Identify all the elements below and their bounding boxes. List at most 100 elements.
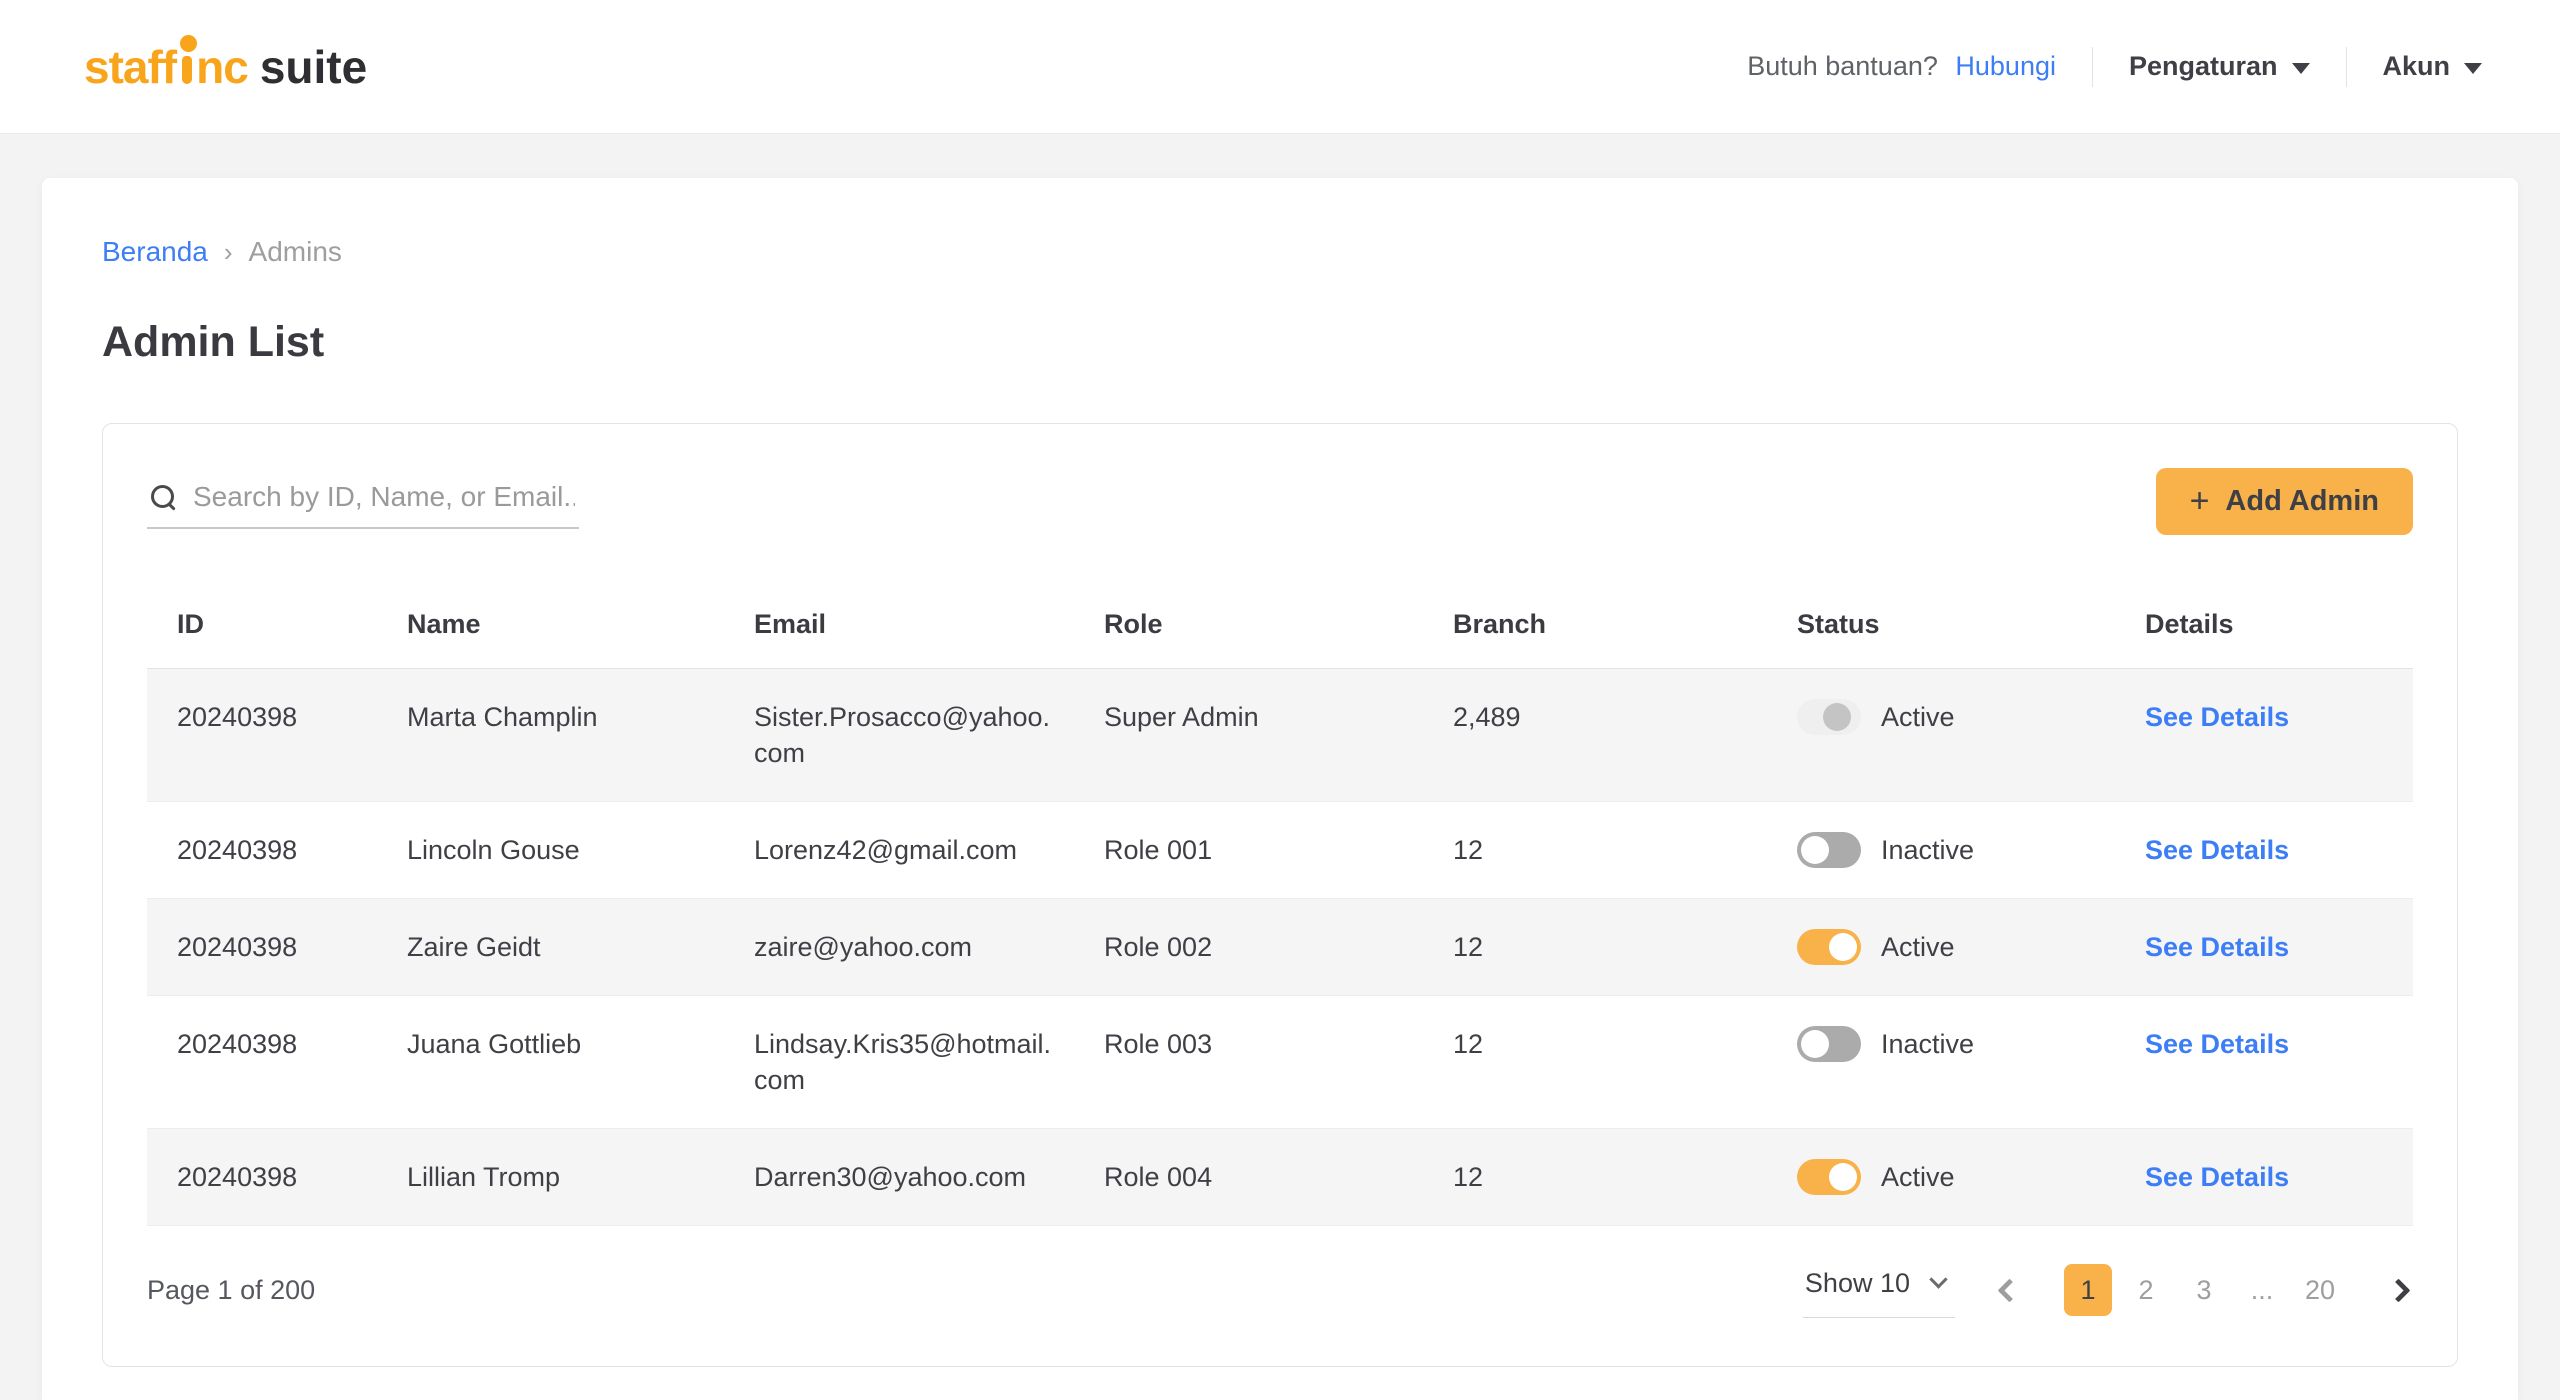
breadcrumb-separator-icon: ›: [224, 237, 233, 268]
cell-details: See Details: [2115, 802, 2413, 899]
status-label: Active: [1881, 929, 1955, 965]
cell-status: Inactive: [1767, 996, 2115, 1129]
brand-logo-staff: staff: [84, 40, 176, 94]
cell-email: Darren30@yahoo.com: [724, 1129, 1074, 1226]
brand-logo-suite: suite: [260, 40, 367, 94]
brand-logo[interactable]: staffnc suite: [84, 40, 367, 94]
brand-logo-nc: nc: [196, 40, 248, 94]
toggle-knob: [1801, 1030, 1829, 1058]
cell-email: Lorenz42@gmail.com: [724, 802, 1074, 899]
cell-role: Super Admin: [1074, 669, 1423, 802]
cell-status: Active: [1767, 899, 2115, 996]
cell-name: Lillian Tromp: [377, 1129, 724, 1226]
toggle-knob: [1823, 703, 1851, 731]
table-row: 20240398 Lillian Tromp Darren30@yahoo.co…: [147, 1129, 2413, 1226]
status-toggle[interactable]: [1797, 1026, 1861, 1062]
table-toolbar: + Add Admin: [147, 468, 2413, 535]
cell-id: 20240398: [147, 996, 377, 1129]
column-header-role: Role: [1074, 581, 1423, 669]
admins-table: ID Name Email Role Branch Status Details…: [147, 581, 2413, 1226]
cell-email: Sister.Prosacco@yahoo.com: [724, 669, 1074, 802]
next-page-button[interactable]: [2386, 1278, 2410, 1302]
cell-name: Lincoln Gouse: [377, 802, 724, 899]
chevron-down-icon: [2464, 63, 2482, 74]
previous-page-button[interactable]: [1997, 1278, 2021, 1302]
page-button-20[interactable]: 20: [2296, 1264, 2344, 1316]
column-header-name: Name: [377, 581, 724, 669]
toggle-knob: [1829, 933, 1857, 961]
breadcrumb-current: Admins: [249, 236, 342, 268]
breadcrumb: Beranda › Admins: [102, 236, 2458, 268]
page-button-1[interactable]: 1: [2064, 1264, 2112, 1316]
account-menu[interactable]: Akun: [2383, 51, 2483, 82]
add-admin-label: Add Admin: [2225, 485, 2379, 518]
search-icon: [151, 485, 175, 509]
column-header-details: Details: [2115, 581, 2413, 669]
cell-role: Role 001: [1074, 802, 1423, 899]
add-admin-button[interactable]: + Add Admin: [2156, 468, 2413, 535]
cell-status: Active: [1767, 1129, 2115, 1226]
cell-email: Lindsay.Kris35@hotmail.com: [724, 996, 1074, 1129]
column-header-branch: Branch: [1423, 581, 1767, 669]
status-toggle[interactable]: [1797, 699, 1861, 735]
plus-icon: +: [2190, 484, 2210, 518]
status-label: Active: [1881, 1159, 1955, 1195]
breadcrumb-home-link[interactable]: Beranda: [102, 236, 208, 268]
cell-id: 20240398: [147, 669, 377, 802]
table-row: 20240398 Zaire Geidt zaire@yahoo.com Rol…: [147, 899, 2413, 996]
status-label: Inactive: [1881, 832, 1974, 868]
status-toggle[interactable]: [1797, 1159, 1861, 1195]
chevron-down-icon: [2292, 63, 2310, 74]
cell-role: Role 004: [1074, 1129, 1423, 1226]
main-panel: Beranda › Admins Admin List + Add Admin: [42, 178, 2518, 1400]
pagination-controls: Show 10 1 2 3 ... 20: [1803, 1262, 2413, 1318]
cell-branch: 2,489: [1423, 669, 1767, 802]
status-toggle[interactable]: [1797, 929, 1861, 965]
top-navbar: staffnc suite Butuh bantuan? Hubungi Pen…: [0, 0, 2560, 134]
page-button-3[interactable]: 3: [2180, 1264, 2228, 1316]
status-label: Inactive: [1881, 1026, 1974, 1062]
toggle-knob: [1829, 1163, 1857, 1191]
cell-branch: 12: [1423, 802, 1767, 899]
status-label: Active: [1881, 699, 1955, 735]
cell-role: Role 003: [1074, 996, 1423, 1129]
help-text-group: Butuh bantuan? Hubungi: [1747, 51, 2056, 82]
status-toggle[interactable]: [1797, 832, 1861, 868]
cell-details: See Details: [2115, 996, 2413, 1129]
pagination-bar: Page 1 of 200 Show 10 1 2 3 ... 20: [147, 1226, 2413, 1366]
page-size-label: Show 10: [1805, 1268, 1910, 1299]
page-ellipsis: ...: [2238, 1264, 2286, 1316]
cell-details: See Details: [2115, 1129, 2413, 1226]
see-details-link[interactable]: See Details: [2145, 702, 2289, 732]
cell-status: Active: [1767, 669, 2115, 802]
cell-email: zaire@yahoo.com: [724, 899, 1074, 996]
cell-name: Zaire Geidt: [377, 899, 724, 996]
see-details-link[interactable]: See Details: [2145, 932, 2289, 962]
cell-id: 20240398: [147, 899, 377, 996]
column-header-id: ID: [147, 581, 377, 669]
settings-menu-label: Pengaturan: [2129, 51, 2278, 82]
brand-logo-i-glyph: [179, 49, 194, 83]
see-details-link[interactable]: See Details: [2145, 1162, 2289, 1192]
table-header-row: ID Name Email Role Branch Status Details: [147, 581, 2413, 669]
cell-id: 20240398: [147, 802, 377, 899]
cell-branch: 12: [1423, 996, 1767, 1129]
see-details-link[interactable]: See Details: [2145, 835, 2289, 865]
table-row: 20240398 Marta Champlin Sister.Prosacco@…: [147, 669, 2413, 802]
cell-status: Inactive: [1767, 802, 2115, 899]
navbar-divider: [2092, 47, 2093, 87]
page-number-list: 1 2 3 ... 20: [2064, 1264, 2344, 1316]
table-row: 20240398 Lincoln Gouse Lorenz42@gmail.co…: [147, 802, 2413, 899]
cell-id: 20240398: [147, 1129, 377, 1226]
settings-menu[interactable]: Pengaturan: [2129, 51, 2310, 82]
help-text: Butuh bantuan?: [1747, 51, 1938, 81]
see-details-link[interactable]: See Details: [2145, 1029, 2289, 1059]
contact-link[interactable]: Hubungi: [1955, 51, 2056, 81]
page-summary: Page 1 of 200: [147, 1275, 315, 1306]
navbar-right: Butuh bantuan? Hubungi Pengaturan Akun: [1747, 47, 2482, 87]
navbar-divider: [2346, 47, 2347, 87]
page-size-select[interactable]: Show 10: [1803, 1262, 1955, 1318]
page-button-2[interactable]: 2: [2122, 1264, 2170, 1316]
search-input[interactable]: [193, 481, 575, 513]
toggle-knob: [1801, 836, 1829, 864]
